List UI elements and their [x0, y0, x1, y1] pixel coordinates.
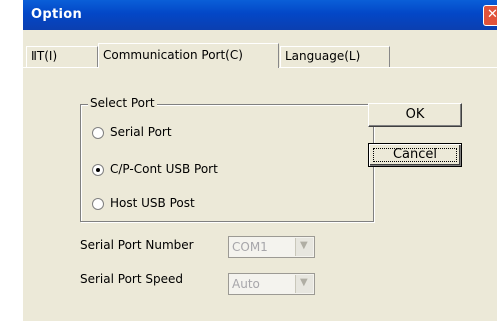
- cancel-button-label: Cancel: [392, 147, 438, 162]
- title-bar[interactable]: Option ✕: [23, 0, 497, 30]
- chevron-down-icon[interactable]: ▼: [295, 275, 313, 293]
- select-port-caption: Select Port: [88, 96, 157, 110]
- ok-button[interactable]: OK: [368, 103, 462, 127]
- tab-it-label: ⅡT(I): [31, 49, 58, 63]
- serial-port-speed-value: Auto: [232, 277, 260, 291]
- radio-host-usb-post-label[interactable]: Host USB Post: [110, 196, 195, 210]
- tab-language-label: Language(L): [285, 49, 361, 63]
- radio-cp-cont-usb-port-label[interactable]: C/P-Cont USB Port: [110, 162, 218, 176]
- cancel-button[interactable]: Cancel: [368, 143, 462, 167]
- dropdown-arrow-glyph: ▼: [300, 240, 308, 251]
- serial-port-number-select[interactable]: COM1 ▼: [228, 236, 315, 258]
- tab-language[interactable]: Language(L): [280, 46, 390, 67]
- serial-port-number-value: COM1: [232, 240, 268, 254]
- serial-port-number-label: Serial Port Number: [80, 238, 194, 252]
- close-icon: ✕: [487, 7, 497, 22]
- tab-communication-port[interactable]: Communication Port(C): [98, 43, 279, 68]
- dropdown-arrow-glyph: ▼: [300, 277, 308, 288]
- option-dialog: Option ✕ ⅡT(I) Communication Port(C) Lan…: [23, 0, 497, 321]
- serial-port-speed-label: Serial Port Speed: [80, 272, 183, 286]
- radio-cp-cont-usb-port[interactable]: [92, 164, 104, 176]
- close-button[interactable]: ✕: [483, 5, 497, 26]
- radio-selected-dot: [96, 168, 100, 172]
- window-title: Option: [31, 7, 83, 22]
- tab-it[interactable]: ⅡT(I): [26, 46, 98, 67]
- radio-serial-port-label[interactable]: Serial Port: [110, 125, 172, 139]
- serial-port-speed-select[interactable]: Auto ▼: [228, 273, 315, 295]
- radio-host-usb-post[interactable]: [92, 198, 104, 210]
- chevron-down-icon[interactable]: ▼: [295, 238, 313, 256]
- radio-serial-port[interactable]: [92, 127, 104, 139]
- ok-button-label: OK: [405, 107, 425, 122]
- tab-communication-port-label: Communication Port(C): [103, 48, 243, 62]
